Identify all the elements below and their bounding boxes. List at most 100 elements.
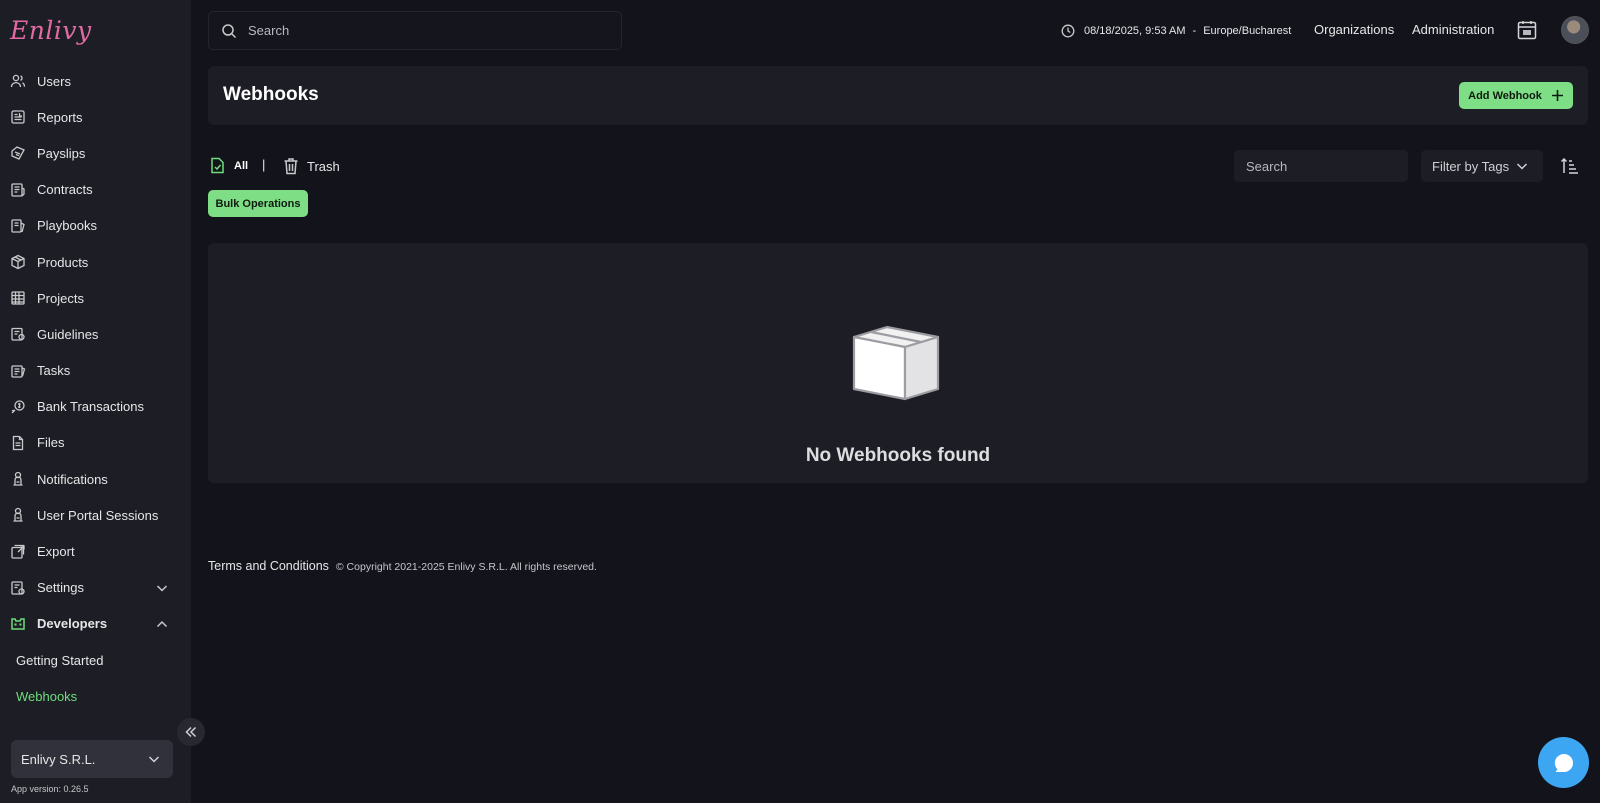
organization-name: Enlivy S.R.L. xyxy=(21,751,96,767)
projects-icon xyxy=(11,291,25,305)
clock-icon xyxy=(1061,24,1075,38)
sidebar-subitem-webhooks[interactable]: Webhooks xyxy=(0,678,191,714)
tasks-icon xyxy=(11,364,26,378)
empty-state: No Webhooks found xyxy=(208,243,1588,483)
page-title: Webhooks xyxy=(223,84,319,105)
sidebar-item-bank-transactions[interactable]: Bank Transactions xyxy=(0,389,191,425)
chat-bubble-icon xyxy=(1554,753,1573,772)
app-logo[interactable]: Enlivy xyxy=(10,16,92,50)
list-search-input[interactable] xyxy=(1246,158,1396,174)
datetime-value: 08/18/2025, 9:53 AM xyxy=(1084,25,1186,37)
sidebar-item-label: User Portal Sessions xyxy=(37,507,159,523)
notifications-icon xyxy=(13,472,23,486)
filter-by-tags-select[interactable]: Filter by Tags xyxy=(1421,150,1543,182)
file-icon xyxy=(12,435,24,451)
sidebar-item-contracts[interactable]: Contracts xyxy=(0,172,191,208)
developers-icon xyxy=(11,618,25,630)
filter-trash-label: Trash xyxy=(307,158,340,174)
sidebar-item-label: Notifications xyxy=(37,471,108,487)
global-search[interactable] xyxy=(208,11,622,50)
portal-sessions-icon xyxy=(13,508,23,522)
datetime-separator: - xyxy=(1192,25,1197,37)
sort-ascending-icon xyxy=(1560,157,1578,174)
chat-button[interactable] xyxy=(1538,737,1589,788)
sidebar-item-label: Users xyxy=(37,73,71,89)
contracts-icon xyxy=(11,183,25,197)
sidebar-item-files[interactable]: Files xyxy=(0,425,191,461)
filter-by-tags-label: Filter by Tags xyxy=(1432,158,1510,174)
footer: Terms and Conditions © Copyright 2021-20… xyxy=(208,559,597,573)
sidebar-item-label: Contracts xyxy=(37,182,93,198)
chevron-up-icon xyxy=(156,620,168,627)
sidebar: Enlivy Users Reports Payslips Contracts … xyxy=(0,0,191,803)
collapse-sidebar-button[interactable] xyxy=(177,718,205,746)
sidebar-item-settings[interactable]: Settings xyxy=(0,570,191,606)
filter-trash-tab[interactable]: Trash xyxy=(283,157,340,175)
copyright-text: © Copyright 2021-2025 Enlivy S.R.L. All … xyxy=(335,561,597,573)
sidebar-item-payslips[interactable]: Payslips xyxy=(0,135,191,171)
sidebar-item-guidelines[interactable]: Guidelines xyxy=(0,316,191,352)
administration-link[interactable]: Administration xyxy=(1412,22,1494,37)
chevron-down-icon xyxy=(148,756,160,763)
calendar-button[interactable] xyxy=(1516,19,1538,41)
empty-box-icon xyxy=(852,325,940,401)
sidebar-item-user-portal-sessions[interactable]: User Portal Sessions xyxy=(0,497,191,533)
payslips-icon xyxy=(11,146,25,161)
sidebar-item-label: Playbooks xyxy=(37,218,97,234)
bulk-operations-button[interactable]: Bulk Operations xyxy=(208,190,308,217)
guidelines-icon xyxy=(11,328,25,342)
chevron-down-icon xyxy=(156,585,168,592)
sidebar-item-label: Reports xyxy=(37,109,83,125)
user-avatar[interactable] xyxy=(1561,16,1589,44)
sidebar-item-users[interactable]: Users xyxy=(0,63,191,99)
sidebar-item-label: Settings xyxy=(37,580,84,596)
terms-link[interactable]: Terms and Conditions xyxy=(208,559,329,573)
page-header: Webhooks Add Webhook xyxy=(208,66,1588,125)
sidebar-item-playbooks[interactable]: Playbooks xyxy=(0,208,191,244)
settings-icon xyxy=(11,581,25,595)
search-icon xyxy=(222,23,237,38)
sidebar-item-label: Payslips xyxy=(37,145,86,161)
sidebar-subitem-getting-started[interactable]: Getting Started xyxy=(0,642,191,678)
filter-all-tab[interactable]: All xyxy=(210,157,248,174)
export-icon xyxy=(11,544,25,559)
sidebar-item-label: Bank Transactions xyxy=(37,399,144,415)
list-search[interactable] xyxy=(1234,150,1408,182)
plus-icon xyxy=(1551,90,1563,101)
sidebar-item-label: Export xyxy=(37,544,75,560)
calendar-icon xyxy=(1517,21,1537,40)
organization-select[interactable]: Enlivy S.R.L. xyxy=(11,740,173,778)
products-icon xyxy=(11,254,25,270)
sidebar-nav: Users Reports Payslips Contracts Playboo… xyxy=(0,63,191,714)
filter-separator: | xyxy=(262,157,266,172)
organizations-link[interactable]: Organizations xyxy=(1314,22,1394,37)
sort-button[interactable] xyxy=(1560,156,1580,176)
sidebar-item-export[interactable]: Export xyxy=(0,533,191,569)
sidebar-item-projects[interactable]: Projects xyxy=(0,280,191,316)
add-webhook-label: Add Webhook xyxy=(1468,89,1542,102)
sidebar-item-label: Developers xyxy=(37,616,108,632)
sidebar-item-label: Products xyxy=(37,254,89,270)
timezone-value: Europe/Bucharest xyxy=(1203,25,1292,37)
sidebar-item-reports[interactable]: Reports xyxy=(0,99,191,135)
sidebar-item-tasks[interactable]: Tasks xyxy=(0,353,191,389)
sidebar-item-label: Tasks xyxy=(37,363,71,379)
bank-icon xyxy=(11,400,25,414)
document-check-icon xyxy=(211,157,224,174)
app-version: App version: 0.26.5 xyxy=(11,784,89,794)
filter-all-label: All xyxy=(234,159,249,172)
chevron-down-icon xyxy=(1516,163,1528,170)
sidebar-item-label: Guidelines xyxy=(37,326,99,342)
empty-state-message: No Webhooks found xyxy=(805,445,991,466)
users-icon xyxy=(10,74,26,88)
sidebar-item-label: Projects xyxy=(37,290,84,306)
sidebar-item-developers[interactable]: Developers xyxy=(0,606,191,642)
playbooks-icon xyxy=(11,219,25,233)
global-search-input[interactable] xyxy=(248,23,588,38)
sidebar-item-products[interactable]: Products xyxy=(0,244,191,280)
reports-icon xyxy=(11,110,25,124)
datetime-display: 08/18/2025, 9:53 AM - Europe/Bucharest xyxy=(1061,22,1291,40)
sidebar-item-notifications[interactable]: Notifications xyxy=(0,461,191,497)
add-webhook-button[interactable]: Add Webhook xyxy=(1459,82,1573,109)
double-chevron-left-icon xyxy=(185,726,197,738)
